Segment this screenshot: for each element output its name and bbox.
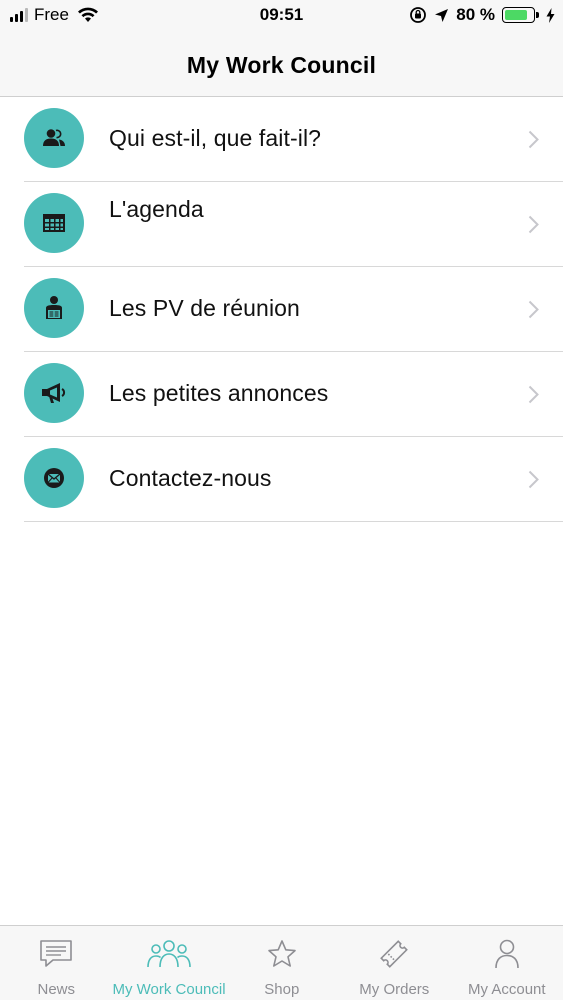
rotation-lock-icon (410, 7, 427, 23)
tab-label: Shop (264, 981, 300, 998)
tab-label: News (37, 981, 75, 998)
envelope-icon (24, 448, 84, 508)
tab-label: My Account (468, 981, 546, 998)
menu-list: Qui est-il, que fait-il? L'agenda Les PV… (0, 97, 563, 522)
page-title: My Work Council (186, 51, 377, 78)
tab-label: My Work Council (112, 981, 226, 998)
chevron-right-icon (528, 215, 539, 234)
chevron-right-icon (528, 385, 539, 404)
star-icon (267, 938, 297, 970)
chevron-right-icon (528, 300, 539, 319)
screen: Free 09:51 80 % My Work Council Qui est-… (0, 0, 563, 1000)
chevron-right-icon (528, 470, 539, 489)
battery-icon (502, 7, 539, 23)
menu-item-pv-reunion[interactable]: Les PV de réunion (0, 267, 563, 352)
menu-item-agenda[interactable]: L'agenda (0, 182, 563, 267)
menu-item-label: Les PV de réunion (109, 295, 300, 321)
group-icon (146, 938, 192, 970)
tab-label: My Orders (359, 981, 430, 998)
person-icon (493, 938, 521, 970)
menu-item-contact[interactable]: Contactez-nous (0, 437, 563, 522)
ticket-icon (378, 938, 410, 970)
menu-item-label: L'agenda (109, 196, 204, 222)
reading-document-icon (24, 278, 84, 338)
status-bar: Free 09:51 80 % (0, 0, 563, 34)
person-card-icon (24, 108, 84, 168)
menu-item-qui-est-il[interactable]: Qui est-il, que fait-il? (0, 97, 563, 182)
tab-my-account[interactable]: My Account (451, 926, 563, 1000)
calendar-grid-icon (24, 193, 84, 253)
location-arrow-icon (435, 8, 449, 22)
menu-item-petites-annonces[interactable]: Les petites annonces (0, 352, 563, 437)
tab-shop[interactable]: Shop (226, 926, 338, 1000)
message-icon (39, 938, 73, 970)
tab-news[interactable]: News (0, 926, 112, 1000)
charging-bolt-icon (546, 7, 555, 23)
tab-my-work-council[interactable]: My Work Council (112, 926, 226, 1000)
megaphone-icon (24, 363, 84, 423)
menu-item-label: Les petites annonces (109, 380, 329, 406)
chevron-right-icon (528, 130, 539, 149)
status-right: 80 % (409, 5, 555, 25)
navigation-bar: My Work Council (0, 34, 563, 97)
menu-item-label: Qui est-il, que fait-il? (109, 125, 322, 151)
menu-item-label: Contactez-nous (109, 465, 272, 491)
divider (24, 521, 563, 522)
battery-percent: 80 % (456, 5, 495, 24)
tab-bar: News My Work Council Shop My Orders My A… (0, 925, 563, 1000)
tab-my-orders[interactable]: My Orders (338, 926, 450, 1000)
